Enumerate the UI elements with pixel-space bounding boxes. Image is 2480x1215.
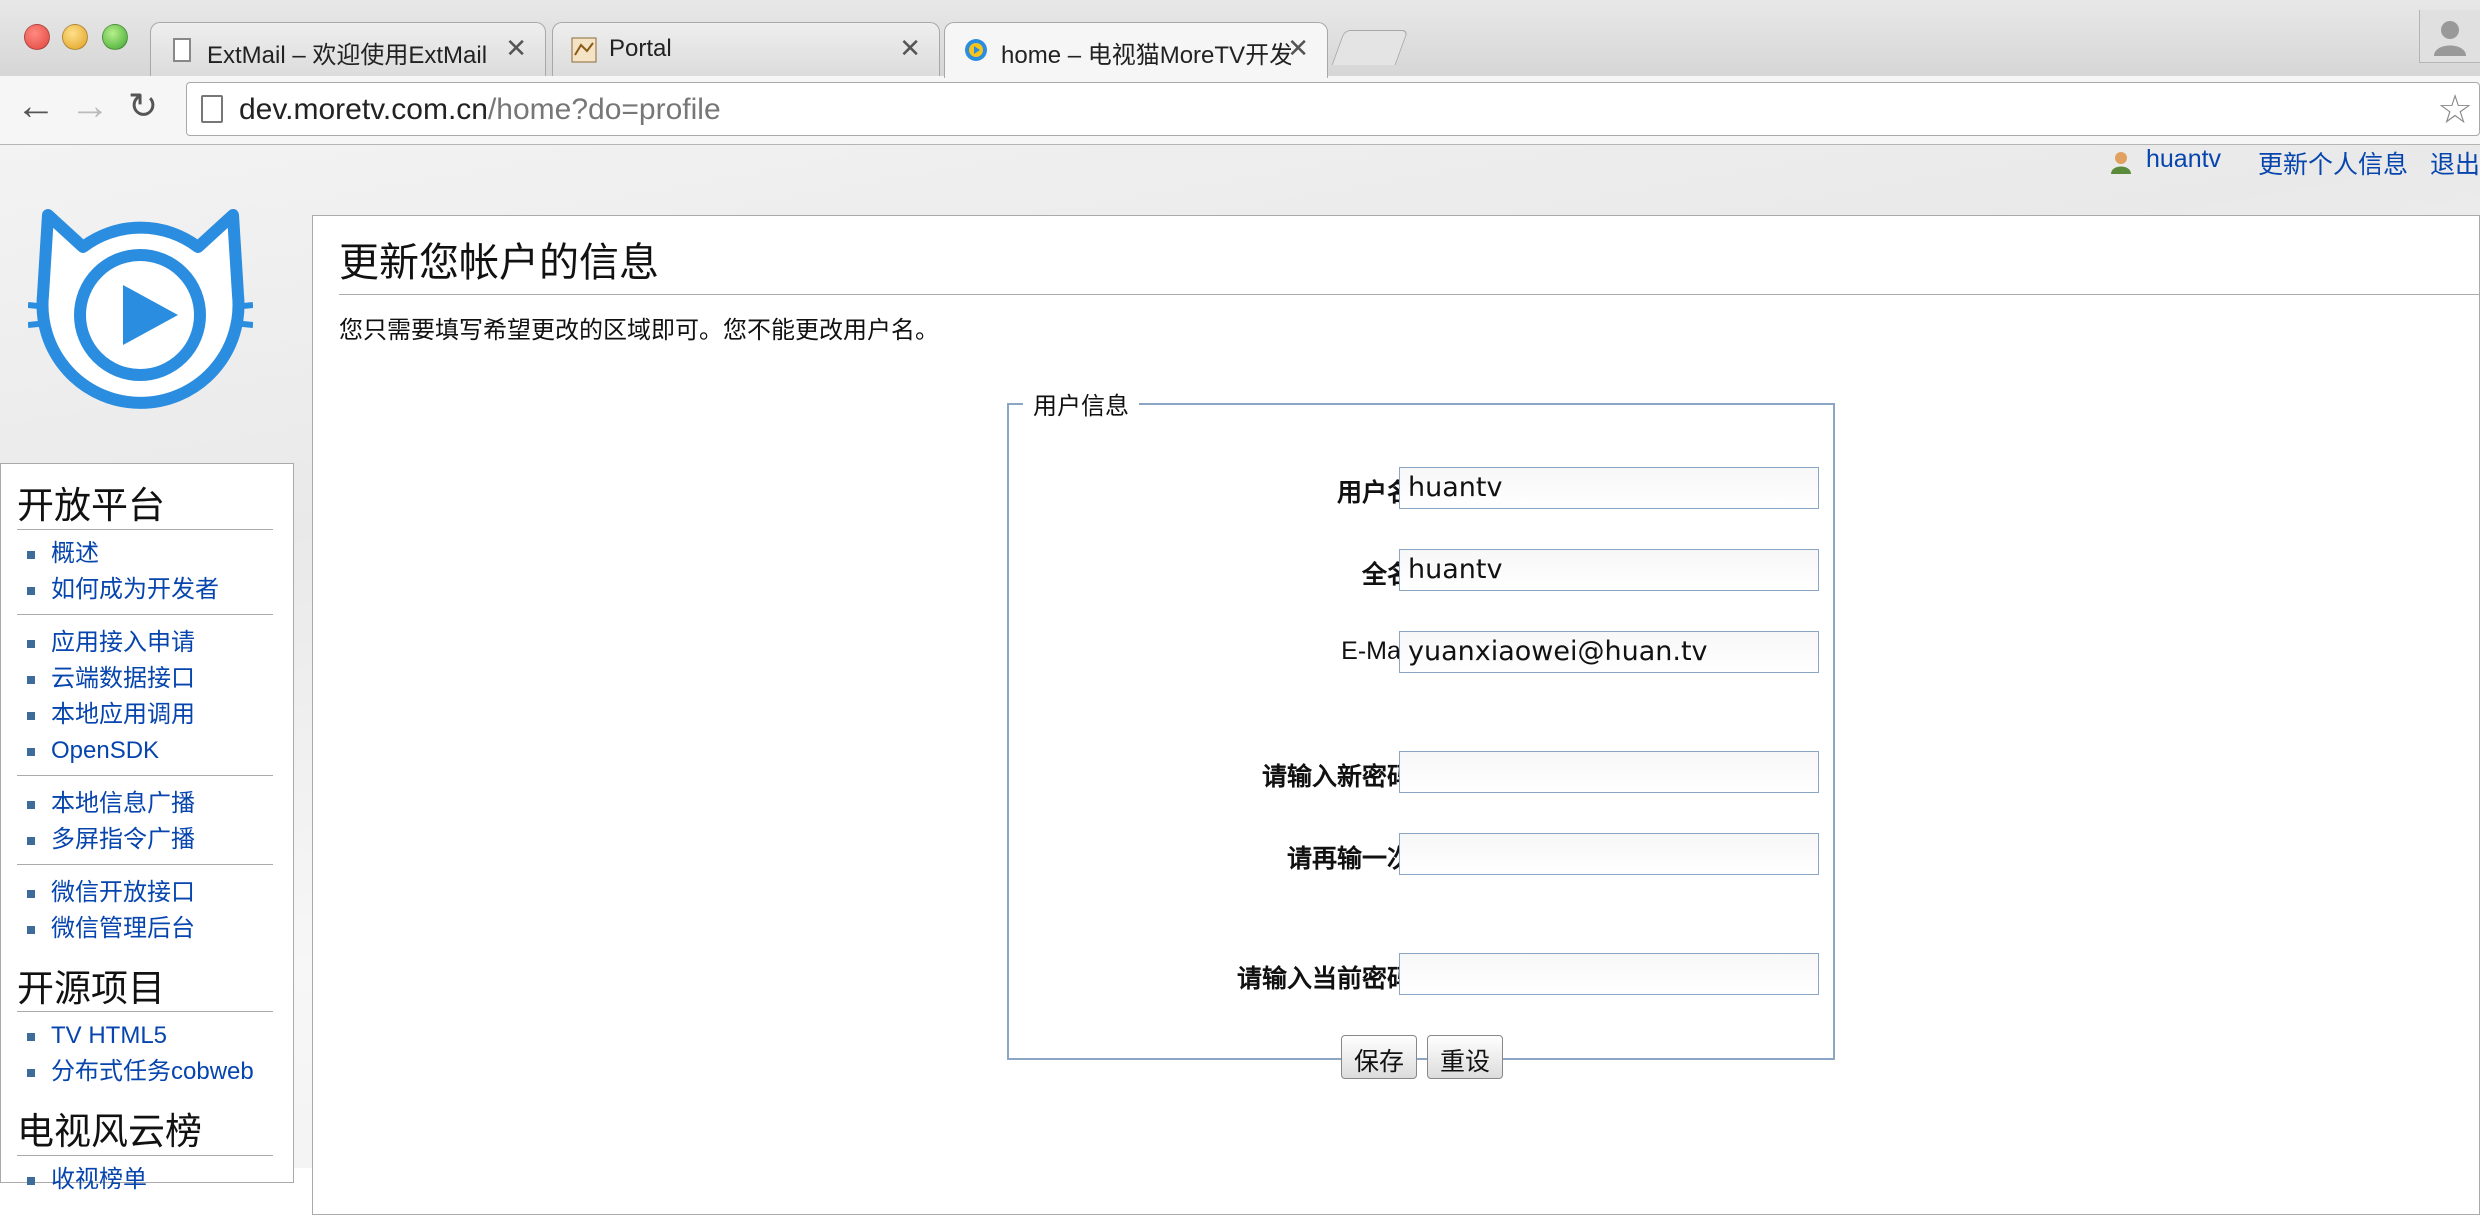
sidebar-heading: 开源项目 xyxy=(17,968,273,1013)
moretv-logo[interactable] xyxy=(28,185,253,410)
reset-button[interactable]: 重设 xyxy=(1427,1035,1504,1079)
browser-tabstrip: ExtMail – 欢迎使用ExtMail ✕ Portal ✕ home – … xyxy=(0,0,2480,78)
minimize-window-button[interactable] xyxy=(62,24,88,50)
sidebar-item[interactable]: 如何成为开发者 xyxy=(1,572,293,608)
tab-extmail[interactable]: ExtMail – 欢迎使用ExtMail ✕ xyxy=(150,22,546,76)
sidebar-heading: 开放平台 xyxy=(17,485,273,530)
email-row: E-Mail yuanxiaowei@huan.tv xyxy=(1009,631,1837,675)
tab-close-icon[interactable]: ✕ xyxy=(505,33,527,64)
sidebar-item[interactable]: 收视榜单 xyxy=(1,1162,293,1198)
zoom-window-button[interactable] xyxy=(102,24,128,50)
tab-portal[interactable]: Portal ✕ xyxy=(552,22,940,76)
sidebar: 开放平台 概述 如何成为开发者 应用接入申请 云端数据接口 本地应用调用 Ope… xyxy=(0,463,294,1193)
repeat-password-row: 请再输一次 xyxy=(1009,833,1837,877)
page-title: 更新您帐户的信息 xyxy=(339,230,2479,295)
divider xyxy=(17,863,273,865)
tab-close-icon[interactable]: ✕ xyxy=(899,33,921,64)
sidebar-item[interactable]: 微信管理后台 xyxy=(1,911,293,947)
sidebar-item[interactable]: 云端数据接口 xyxy=(1,661,293,697)
new-password-field[interactable] xyxy=(1399,751,1819,793)
sidebar-item[interactable]: 概述 xyxy=(1,536,293,572)
tab-title: home – 电视猫MoreTV开发 xyxy=(1001,42,1291,69)
tab-title: Portal xyxy=(609,35,672,62)
username-link[interactable]: huantv xyxy=(2146,145,2221,174)
username-field[interactable]: huantv xyxy=(1399,467,1819,509)
divider xyxy=(17,613,273,615)
main-content: 更新您帐户的信息 您只需要填写希望更改的区域即可。您不能更改用户名。 用户信息 … xyxy=(312,215,2480,1215)
forward-icon[interactable]: → xyxy=(70,86,110,126)
username-row: 用户名 huantv xyxy=(1009,467,1837,511)
tomcat-icon xyxy=(571,37,597,63)
url-text[interactable]: dev.moretv.com.cn/home?do=profile xyxy=(239,93,721,127)
tab-close-icon[interactable]: ✕ xyxy=(1287,33,1309,64)
user-icon xyxy=(2111,152,2131,174)
back-icon[interactable]: ← xyxy=(16,86,56,126)
new-tab-button[interactable] xyxy=(1331,30,1409,65)
sidebar-heading: 电视风云榜 xyxy=(17,1112,273,1157)
moretv-icon xyxy=(965,39,987,61)
page-icon xyxy=(201,95,223,123)
sidebar-item[interactable]: 本地应用调用 xyxy=(1,697,293,733)
fieldset-legend: 用户信息 xyxy=(1033,393,1129,420)
page-body: huantv 更新个人信息 退出 开放平台 概述 如何成为开发者 应用接入申请 … xyxy=(0,145,2480,1215)
current-password-row: 请输入当前密码 xyxy=(1009,953,1837,997)
sidebar-item[interactable]: 本地信息广播 xyxy=(1,786,293,822)
sidebar-item[interactable]: 微信开放接口 xyxy=(1,875,293,911)
sidebar-item[interactable]: 应用接入申请 xyxy=(1,625,293,661)
close-window-button[interactable] xyxy=(24,24,50,50)
tab-home[interactable]: home – 电视猫MoreTV开发 ✕ xyxy=(944,22,1328,78)
new-password-label: 请输入新密码 xyxy=(1261,763,1412,791)
fullname-row: 全名 huantv xyxy=(1009,549,1837,593)
profile-icon[interactable] xyxy=(2419,10,2480,63)
logout-link[interactable]: 退出 xyxy=(2430,145,2480,181)
fullname-field[interactable]: huantv xyxy=(1399,549,1819,591)
user-info-fieldset: 用户信息 用户名 huantv 全名 huantv E-Mail yuanxia… xyxy=(1007,386,1837,1079)
document-icon xyxy=(173,38,191,62)
intro-text: 您只需要填写希望更改的区域即可。您不能更改用户名。 xyxy=(339,317,939,344)
repeat-password-label: 请再输一次 xyxy=(1286,845,1412,873)
bookmark-star-icon[interactable]: ☆ xyxy=(2437,87,2473,133)
current-password-field[interactable] xyxy=(1399,953,1819,995)
current-password-label: 请输入当前密码 xyxy=(1236,965,1412,993)
sidebar-item[interactable]: OpenSDK xyxy=(1,733,293,769)
address-bar[interactable]: dev.moretv.com.cn/home?do=profile ☆ xyxy=(186,82,2480,136)
update-profile-link[interactable]: 更新个人信息 xyxy=(2258,145,2408,181)
sidebar-item[interactable]: TV HTML5 xyxy=(1,1018,293,1054)
new-password-row: 请输入新密码 xyxy=(1009,751,1837,795)
reload-icon[interactable]: ↻ xyxy=(128,88,158,124)
divider xyxy=(17,774,273,776)
email-field[interactable]: yuanxiaowei@huan.tv xyxy=(1399,631,1819,673)
sidebar-item[interactable]: 多屏指令广播 xyxy=(1,822,293,858)
tab-title: ExtMail – 欢迎使用ExtMail xyxy=(207,42,488,69)
browser-toolbar: ← → ↻ dev.moretv.com.cn/home?do=profile … xyxy=(0,76,2480,145)
sidebar-item[interactable]: 分布式任务cobweb xyxy=(1,1054,293,1090)
save-button[interactable]: 保存 xyxy=(1341,1035,1418,1079)
repeat-password-field[interactable] xyxy=(1399,833,1819,875)
